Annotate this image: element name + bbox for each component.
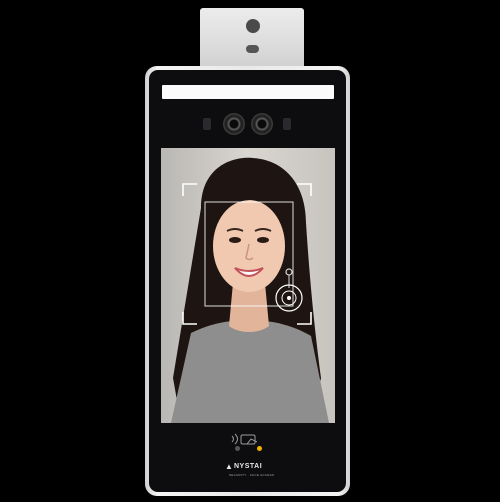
status-led-idle: [235, 446, 240, 451]
ir-led-icon: [283, 118, 291, 130]
brand-logo: ▲ NYSTAI SECURITY · FACE ACCESS: [225, 463, 285, 485]
nystai-logo-icon: ▲: [225, 462, 233, 471]
card-reader-zone[interactable]: [229, 432, 265, 452]
temperature-sensor-module: [200, 8, 304, 70]
camera-lens-icon: [251, 113, 273, 135]
card-tap-icon: [231, 433, 258, 445]
display-screen[interactable]: [161, 148, 335, 423]
brand-name: NYSTAI: [234, 463, 263, 470]
face-recognition-terminal: ▲ NYSTAI SECURITY · FACE ACCESS: [145, 66, 350, 496]
camera-preview: [161, 148, 335, 423]
thermal-sensor-icon: [246, 19, 260, 33]
person-eye-right: [257, 237, 269, 243]
fill-light-bar: [162, 85, 334, 99]
camera-module: [201, 113, 291, 135]
person-eye-left: [229, 237, 241, 243]
brand-tagline: SECURITY · FACE ACCESS: [229, 473, 275, 477]
person-shirt: [171, 320, 329, 423]
camera-lens-icon: [223, 113, 245, 135]
status-led-active: [257, 446, 262, 451]
sensor-slot: [246, 45, 259, 53]
ir-led-icon: [203, 118, 211, 130]
device-front-panel: ▲ NYSTAI SECURITY · FACE ACCESS: [149, 70, 346, 492]
